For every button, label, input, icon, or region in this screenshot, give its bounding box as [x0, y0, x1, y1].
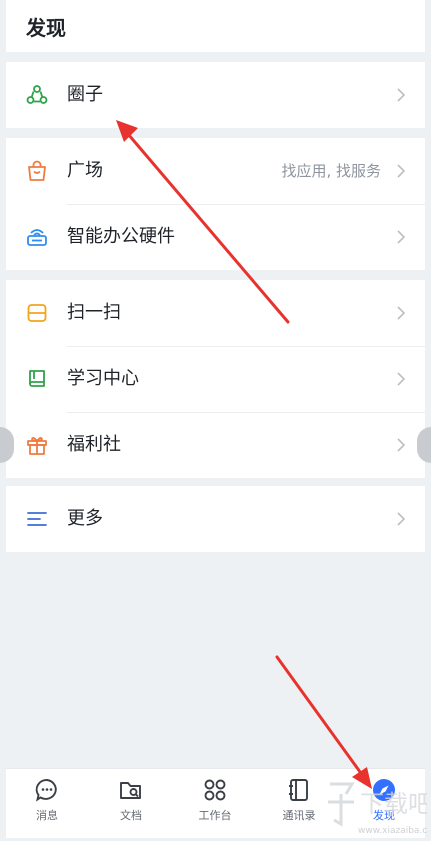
- chat-bubble-icon: [35, 779, 57, 802]
- tab-messages[interactable]: 消息: [6, 769, 88, 838]
- chevron-right-icon: [397, 372, 406, 386]
- menu-item-learning-center[interactable]: 学习中心: [6, 346, 425, 412]
- tab-discover[interactable]: 发现: [343, 769, 425, 838]
- folder-icon: [120, 782, 141, 799]
- router-icon: [27, 229, 47, 246]
- gift-icon: [27, 436, 47, 455]
- tab-workbench[interactable]: 工作台: [174, 769, 256, 838]
- menu-item-label: 学习中心: [67, 368, 139, 389]
- tab-label: 发现: [373, 809, 395, 822]
- section-circle: 圈子: [6, 62, 425, 128]
- tab-docs[interactable]: 文档: [90, 769, 172, 838]
- menu-item-plaza[interactable]: 广场 找应用, 找服务: [6, 138, 425, 204]
- menu-item-label: 圈子: [67, 84, 103, 105]
- tab-label: 通讯录: [282, 809, 316, 822]
- menu-item-more[interactable]: 更多: [6, 486, 425, 552]
- page-header: 发现: [6, 0, 425, 52]
- chevron-right-icon: [397, 512, 406, 526]
- chevron-right-icon: [397, 230, 406, 244]
- menu-item-welfare[interactable]: 福利社: [6, 412, 425, 478]
- menu-lines-icon: [27, 512, 47, 526]
- section-more: 更多: [6, 486, 425, 552]
- page-title: 发现: [26, 16, 66, 40]
- contacts-icon: [289, 779, 308, 801]
- menu-item-label: 广场: [67, 160, 103, 181]
- scan-icon: [27, 304, 47, 322]
- chevron-right-icon: [397, 88, 406, 102]
- menu-item-label: 扫一扫: [67, 302, 121, 323]
- section-plaza: 广场 找应用, 找服务 智能办公硬件: [6, 138, 425, 270]
- compass-icon: [373, 779, 395, 801]
- menu-item-smart-hardware[interactable]: 智能办公硬件: [6, 204, 425, 270]
- menu-item-hint: 找应用, 找服务: [281, 162, 381, 180]
- menu-item-label: 更多: [67, 508, 103, 529]
- bottom-tab-bar: 消息 文档 工作台 通讯录 发现: [6, 768, 425, 838]
- book-icon: [29, 370, 45, 387]
- menu-item-scan[interactable]: 扫一扫: [6, 280, 425, 346]
- grid-icon: [204, 779, 226, 801]
- tab-contacts[interactable]: 通讯录: [258, 769, 340, 838]
- circle-people-icon: [26, 85, 48, 104]
- shopping-bag-icon: [28, 160, 46, 181]
- annotation-arrow-2: [275, 655, 365, 778]
- chevron-right-icon: [397, 164, 406, 178]
- tab-label: 消息: [36, 809, 58, 822]
- menu-item-label: 智能办公硬件: [67, 226, 175, 247]
- menu-item-label: 福利社: [67, 434, 121, 455]
- tab-label: 工作台: [198, 809, 232, 822]
- section-tools: 扫一扫 学习中心 福利社: [6, 280, 425, 478]
- tab-label: 文档: [120, 809, 142, 822]
- chevron-right-icon: [397, 438, 406, 452]
- right-edge-handle: [417, 427, 431, 463]
- chevron-right-icon: [397, 306, 406, 320]
- menu-item-circle[interactable]: 圈子: [6, 62, 425, 128]
